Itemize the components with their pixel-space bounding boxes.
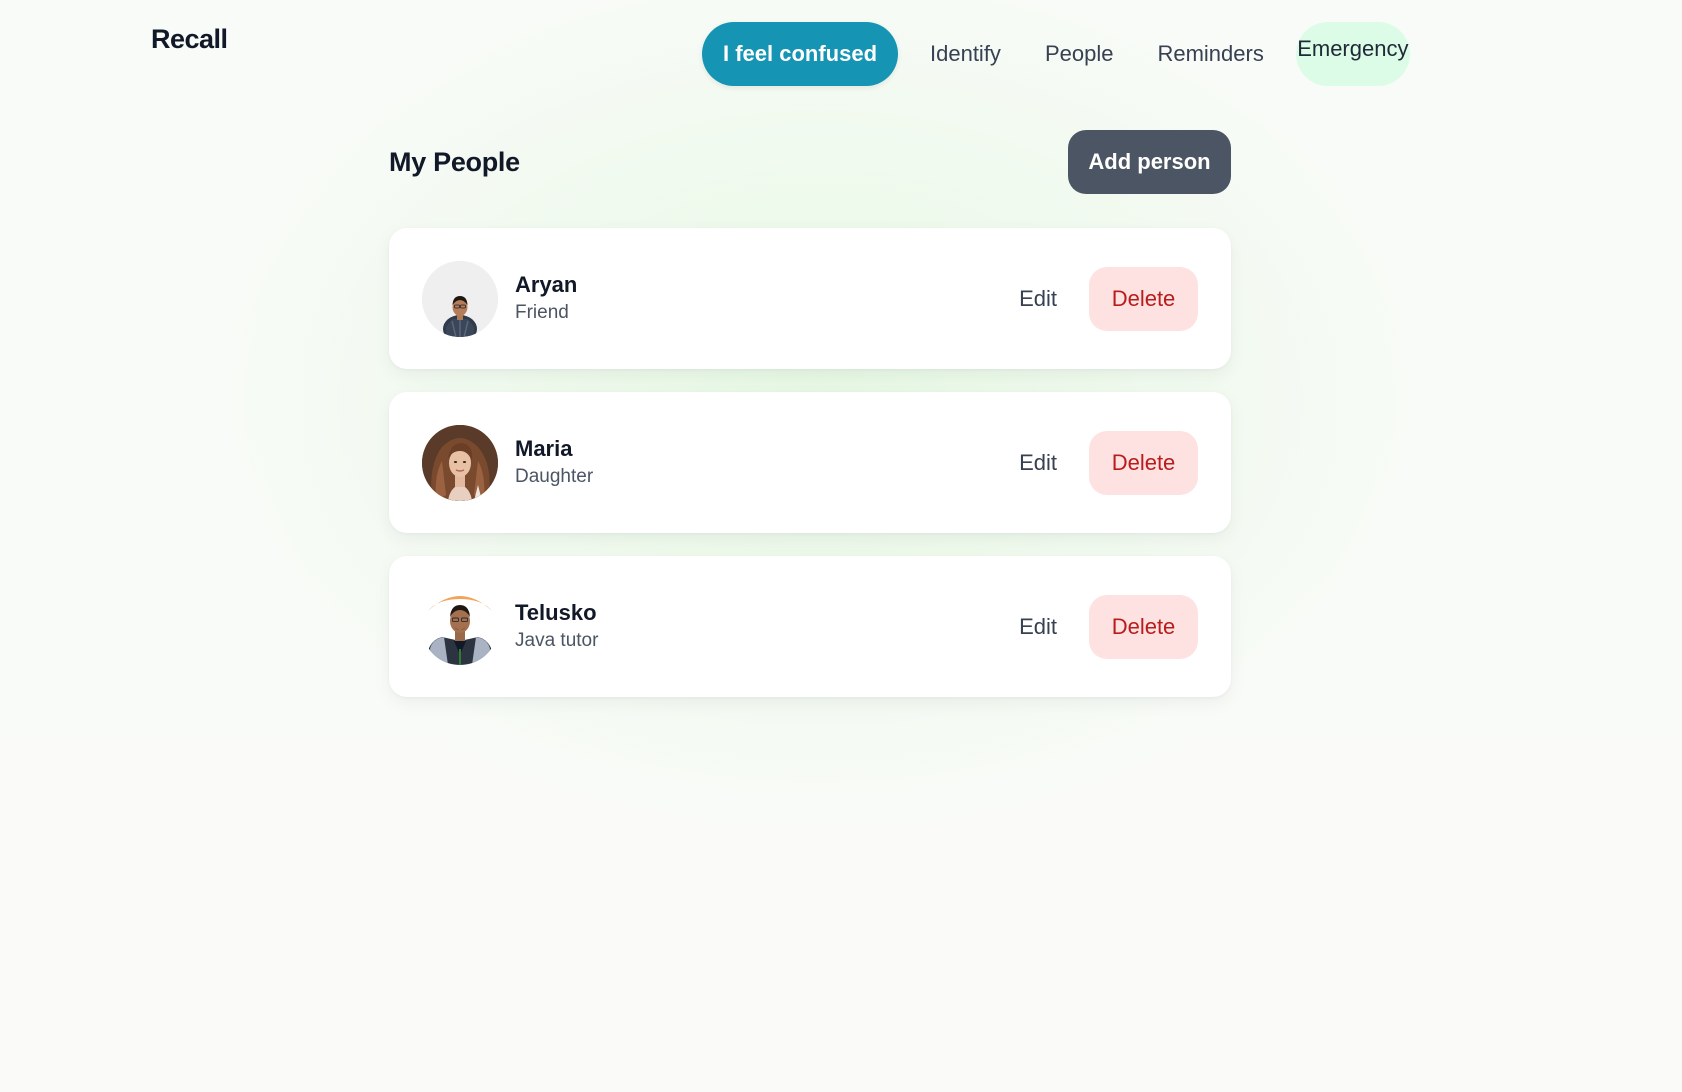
edit-button[interactable]: Edit — [1019, 286, 1057, 312]
nav-reminders-link[interactable]: Reminders — [1135, 22, 1285, 86]
person-name: Telusko — [515, 599, 597, 625]
avatar — [422, 260, 498, 337]
nav-people-link[interactable]: People — [1023, 22, 1136, 86]
person-info: Telusko Java tutor — [515, 599, 1019, 655]
page-title: My People — [389, 146, 520, 177]
person-info: Aryan Friend — [515, 271, 1019, 327]
nav-identify-link[interactable]: Identify — [908, 22, 1023, 86]
person-card: Telusko Java tutor Edit Delete — [389, 556, 1231, 697]
delete-button[interactable]: Delete — [1089, 594, 1198, 659]
app-logo[interactable]: Recall — [151, 24, 228, 55]
person-info: Maria Daughter — [515, 435, 1019, 491]
nav-i-feel-confused-button[interactable]: I feel confused — [702, 22, 898, 86]
people-page: My People Add person Aryan Friend Edit D… — [389, 130, 1231, 720]
avatar — [422, 588, 498, 665]
avatar — [422, 424, 498, 501]
person-relation: Daughter — [515, 465, 594, 487]
people-list: Aryan Friend Edit Delete Maria Daughter … — [389, 228, 1231, 697]
person-name: Maria — [515, 435, 573, 461]
page-header: My People Add person — [389, 130, 1231, 194]
person-card: Maria Daughter Edit Delete — [389, 392, 1231, 533]
person-relation: Java tutor — [515, 629, 599, 651]
delete-button[interactable]: Delete — [1089, 430, 1198, 495]
person-name: Aryan — [515, 271, 578, 297]
delete-button[interactable]: Delete — [1089, 266, 1198, 331]
person-card: Aryan Friend Edit Delete — [389, 228, 1231, 369]
nav-emergency-button[interactable]: Emergency — [1295, 22, 1410, 86]
edit-button[interactable]: Edit — [1019, 450, 1057, 476]
top-nav: I feel confused Identify People Reminder… — [702, 22, 1410, 86]
person-relation: Friend — [515, 301, 569, 323]
add-person-button[interactable]: Add person — [1068, 130, 1231, 194]
edit-button[interactable]: Edit — [1019, 614, 1057, 640]
